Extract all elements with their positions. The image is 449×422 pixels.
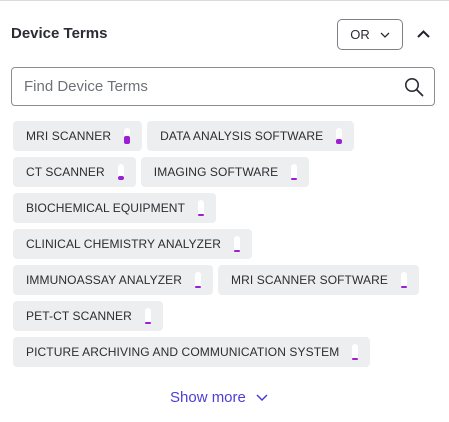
- chevron-down-icon: [256, 394, 268, 401]
- chip-label: MRI SCANNER: [26, 129, 112, 143]
- relevance-bar: [124, 128, 131, 144]
- relevance-bar-fill: [352, 358, 359, 360]
- relevance-bar: [117, 164, 124, 180]
- chip-label: IMMUNOASSAY ANALYZER: [26, 273, 183, 287]
- device-term-chip[interactable]: PET-CT SCANNER: [13, 301, 163, 331]
- device-term-chip[interactable]: IMMUNOASSAY ANALYZER: [13, 265, 214, 295]
- relevance-bar: [352, 344, 359, 360]
- chip-row: PICTURE ARCHIVING AND COMMUNICATION SYST…: [13, 337, 443, 367]
- show-more-button[interactable]: Show more: [170, 389, 268, 406]
- chip-label: MRI SCANNER SOFTWARE: [231, 273, 388, 287]
- device-term-chip[interactable]: MRI SCANNER SOFTWARE: [218, 265, 419, 295]
- search-icon[interactable]: [394, 68, 434, 105]
- relevance-bar-fill: [124, 136, 131, 144]
- relevance-bar-fill: [144, 322, 151, 324]
- chip-label: IMAGING SOFTWARE: [153, 165, 279, 179]
- relevance-bar: [198, 200, 205, 216]
- chip-label: PET-CT SCANNER: [26, 309, 132, 323]
- chip-row: CT SCANNER IMAGING SOFTWARE: [13, 157, 443, 187]
- show-more-label: Show more: [170, 389, 246, 406]
- relevance-bar: [336, 128, 343, 144]
- chip-row: IMMUNOASSAY ANALYZER MRI SCANNER SOFTWARE: [13, 265, 443, 295]
- device-term-chip[interactable]: MRI SCANNER: [13, 121, 143, 151]
- relevance-bar-fill: [117, 176, 124, 180]
- chip-label: CT SCANNER: [26, 165, 105, 179]
- chip-label: PICTURE ARCHIVING AND COMMUNICATION SYST…: [26, 345, 340, 359]
- device-term-chip[interactable]: PICTURE ARCHIVING AND COMMUNICATION SYST…: [13, 337, 371, 367]
- chip-label: DATA ANALYSIS SOFTWARE: [160, 129, 324, 143]
- relevance-bar-fill: [291, 178, 298, 180]
- relevance-bar: [195, 272, 202, 288]
- device-term-chip[interactable]: CLINICAL CHEMISTRY ANALYZER: [13, 229, 252, 259]
- device-term-chip[interactable]: BIOCHEMICAL EQUIPMENT: [13, 193, 217, 223]
- search-field: [11, 67, 435, 106]
- relevance-bar: [144, 308, 151, 324]
- device-term-chips: MRI SCANNER DATA ANALYSIS SOFTWARE CT SCAN…: [13, 121, 443, 373]
- relevance-bar-fill: [400, 286, 407, 288]
- chip-label: CLINICAL CHEMISTRY ANALYZER: [26, 237, 221, 251]
- chip-row: MRI SCANNER DATA ANALYSIS SOFTWARE: [13, 121, 443, 151]
- device-term-chip[interactable]: CT SCANNER: [13, 157, 136, 187]
- relevance-bar-fill: [233, 250, 240, 252]
- relevance-bar-fill: [336, 139, 343, 144]
- chip-row: PET-CT SCANNER: [13, 301, 443, 331]
- relevance-bar: [233, 236, 240, 252]
- chip-label: BIOCHEMICAL EQUIPMENT: [26, 201, 186, 215]
- relevance-bar-fill: [195, 286, 202, 288]
- relevance-bar-fill: [198, 214, 205, 216]
- device-term-chip[interactable]: IMAGING SOFTWARE: [140, 157, 310, 187]
- relevance-bar: [400, 272, 407, 288]
- chevron-down-icon: [380, 32, 390, 38]
- section-title: Device Terms: [11, 25, 108, 42]
- collapse-section-button[interactable]: [412, 23, 434, 45]
- chevron-up-icon: [416, 30, 430, 38]
- device-terms-panel: Device Terms OR MRI SCANNER DATA ANALYSIS…: [0, 0, 449, 422]
- chip-row: BIOCHEMICAL EQUIPMENT: [13, 193, 443, 223]
- relevance-bar: [291, 164, 298, 180]
- chip-row: CLINICAL CHEMISTRY ANALYZER: [13, 229, 443, 259]
- search-input[interactable]: [12, 78, 394, 95]
- logic-operator-value: OR: [350, 27, 370, 42]
- device-term-chip[interactable]: DATA ANALYSIS SOFTWARE: [147, 121, 355, 151]
- logic-operator-dropdown[interactable]: OR: [337, 19, 403, 50]
